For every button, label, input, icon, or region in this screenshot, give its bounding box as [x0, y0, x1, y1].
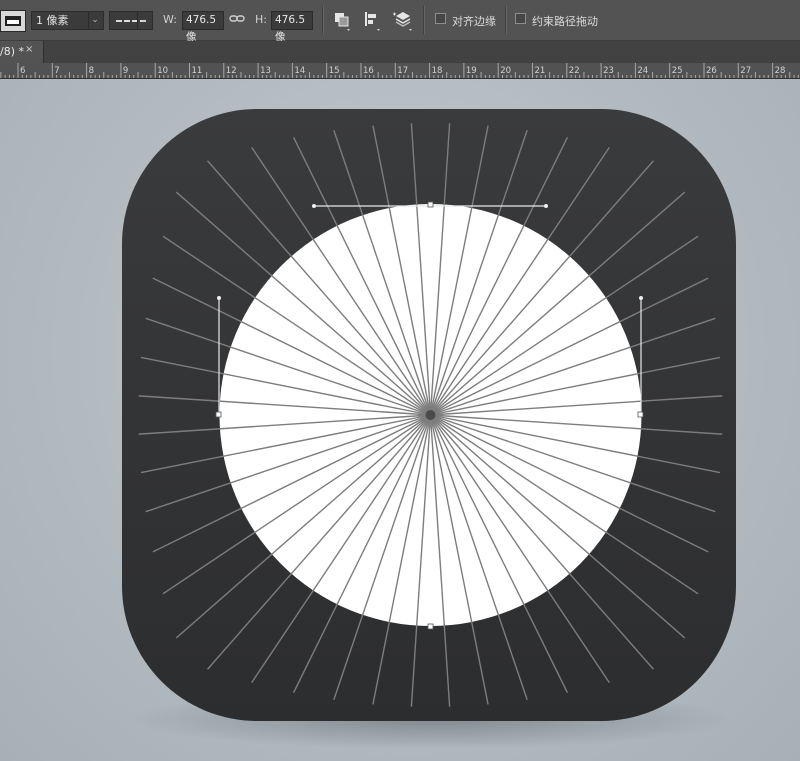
align-edges-checkbox[interactable]	[435, 13, 446, 24]
artwork	[122, 109, 736, 749]
path-handle-point[interactable]	[312, 204, 316, 208]
constrain-path-label: 约束路径拖动	[532, 15, 598, 28]
ruler-tick-label: 25	[672, 66, 683, 76]
anchor-point[interactable]	[215, 411, 222, 418]
options-bar: 1 像素 ⌄ ⌄ W: 476.5 像 H: 476.5 像 对齐边缘 约束路径…	[0, 0, 800, 43]
anchor-point[interactable]	[637, 411, 644, 418]
ruler-ticks: 6 7 8 9 10 11 12 13 14 15 16 17 18 19 20 21 22 23 24 25 26 27…	[0, 63, 799, 78]
path-handle-point[interactable]	[639, 296, 643, 300]
path-handle-point[interactable]	[544, 204, 548, 208]
divider	[423, 6, 425, 34]
document-canvas[interactable]	[0, 79, 800, 761]
document-tab-bar: /8) * ×	[0, 41, 800, 64]
stroke-width-select[interactable]: 1 像素 ⌄	[31, 11, 104, 30]
document-tab-title: /8) *	[0, 45, 24, 58]
ruler-tick-label: 17	[397, 66, 408, 76]
divider	[322, 6, 324, 34]
ruler-tick-label: 11	[192, 66, 203, 76]
ruler-tick-label: 19	[466, 66, 477, 76]
anchor-point[interactable]	[427, 201, 434, 208]
ruler-tick-label: 12	[226, 66, 237, 76]
ruler-tick-label: 16	[363, 66, 374, 76]
ruler-tick-label: 7	[54, 66, 59, 76]
path-operations-icon[interactable]	[332, 10, 352, 31]
stroke-width-value: 1 像素	[36, 14, 69, 27]
ruler-tick-label: 18	[432, 66, 443, 76]
ruler-tick-label: 6	[20, 66, 25, 76]
height-label: H:	[255, 13, 267, 26]
ruler-tick-label: 15	[329, 66, 340, 76]
chevron-down-icon: ⌄	[137, 12, 150, 29]
width-input[interactable]: 476.5 像	[182, 11, 224, 43]
path-arrangement-icon[interactable]	[392, 10, 412, 31]
document-tab[interactable]: /8) * ×	[0, 41, 44, 63]
ruler-tick-label: 28	[775, 66, 786, 76]
horizontal-ruler[interactable]: 6 7 8 9 10 11 12 13 14 15 16 17 18 19 20 21 22 23 24 25 26 27…	[0, 63, 800, 79]
path-handle-point[interactable]	[217, 296, 221, 300]
anchor-point[interactable]	[427, 623, 434, 630]
path-alignment-icon[interactable]	[362, 10, 382, 31]
align-edges-label: 对齐边缘	[452, 15, 496, 28]
ruler-tick-label: 8	[89, 66, 94, 76]
shape-tool-icon	[5, 16, 21, 26]
ruler-tick-label: 23	[603, 66, 614, 76]
ruler-tick-label: 22	[569, 66, 580, 76]
close-icon[interactable]: ×	[25, 44, 33, 55]
ruler-tick-label: 27	[740, 66, 751, 76]
ray-center-point	[425, 410, 436, 420]
link-dimensions-icon[interactable]	[229, 11, 245, 30]
ruler-tick-label: 14	[294, 66, 305, 76]
ruler-tick-label: 13	[260, 66, 271, 76]
stroke-type-select[interactable]: ⌄	[109, 11, 153, 30]
chevron-down-icon: ⌄	[88, 12, 101, 29]
divider	[505, 6, 507, 34]
ruler-tick-label: 9	[123, 66, 128, 76]
ruler-tick-label: 26	[706, 66, 717, 76]
ruler-tick-label: 21	[535, 66, 546, 76]
ruler-tick-label: 10	[157, 66, 168, 76]
constrain-path-checkbox[interactable]	[515, 13, 526, 24]
ruler-tick-label: 20	[500, 66, 511, 76]
height-input[interactable]: 476.5 像	[271, 11, 313, 43]
ruler-tick-label: 24	[637, 66, 648, 76]
width-label: W:	[163, 13, 177, 26]
shape-fill-swatch[interactable]	[0, 10, 26, 32]
